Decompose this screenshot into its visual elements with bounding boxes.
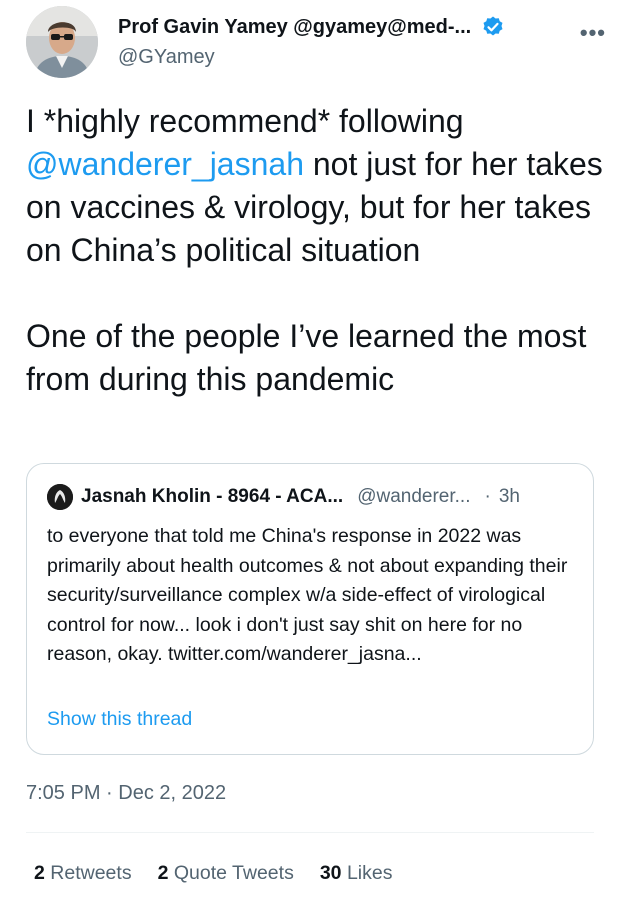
tweet-paragraph-2: One of the people I’ve learned the most … (26, 318, 587, 397)
verified-badge-icon (481, 15, 505, 39)
quoted-author-name[interactable]: Jasnah Kholin - 8964 - ACA... (81, 486, 343, 508)
likes-label: Likes (346, 862, 393, 884)
tweet-text: I *highly recommend* following @wanderer… (26, 100, 606, 401)
quoted-time[interactable]: 3h (499, 486, 520, 508)
quote-tweets-count: 2 (157, 862, 169, 884)
likes-count: 30 (319, 862, 342, 884)
quote-tweets-stat[interactable]: 2 Quote Tweets (158, 862, 294, 885)
author-info: Prof Gavin Yamey @gyamey@med-... @GYamey (118, 12, 558, 69)
more-horizontal-icon[interactable]: ••• (580, 20, 606, 46)
retweets-count: 2 (34, 862, 45, 884)
author-avatar[interactable] (26, 6, 98, 78)
quoted-tweet-card[interactable]: Jasnah Kholin - 8964 - ACA... @wanderer.… (26, 463, 594, 755)
likes-stat[interactable]: 30 Likes (320, 862, 393, 885)
quoted-author-handle[interactable]: @wanderer... (357, 486, 470, 508)
tweet-header: Prof Gavin Yamey @gyamey@med-... @GYamey… (26, 6, 606, 84)
tweet-text-before-mention: I *highly recommend* following (26, 103, 464, 139)
tweet-paragraph-1: I *highly recommend* following @wanderer… (26, 100, 606, 272)
tweet-stats: 2 Retweets 2 Quote Tweets 30 Likes (34, 862, 392, 885)
quoted-tweet-header: Jasnah Kholin - 8964 - ACA... @wanderer.… (47, 484, 520, 510)
divider (26, 832, 594, 833)
quoted-tweet-text: to everyone that told me China's respons… (47, 525, 568, 665)
mention-link[interactable]: @wanderer_jasnah (26, 146, 304, 182)
retweets-label: Retweets (50, 862, 132, 884)
author-display-name[interactable]: Prof Gavin Yamey @gyamey@med-... (118, 16, 471, 39)
quoted-separator: · (484, 486, 491, 507)
tweet-timestamp[interactable]: 7:05 PM · Dec 2, 2022 (26, 782, 226, 805)
author-handle[interactable]: @GYamey (118, 46, 558, 69)
quoted-author-avatar[interactable] (47, 484, 73, 510)
show-thread-link[interactable]: Show this thread (47, 708, 192, 731)
retweets-stat[interactable]: 2 Retweets (34, 862, 132, 885)
quote-tweets-label: Quote Tweets (173, 862, 294, 884)
